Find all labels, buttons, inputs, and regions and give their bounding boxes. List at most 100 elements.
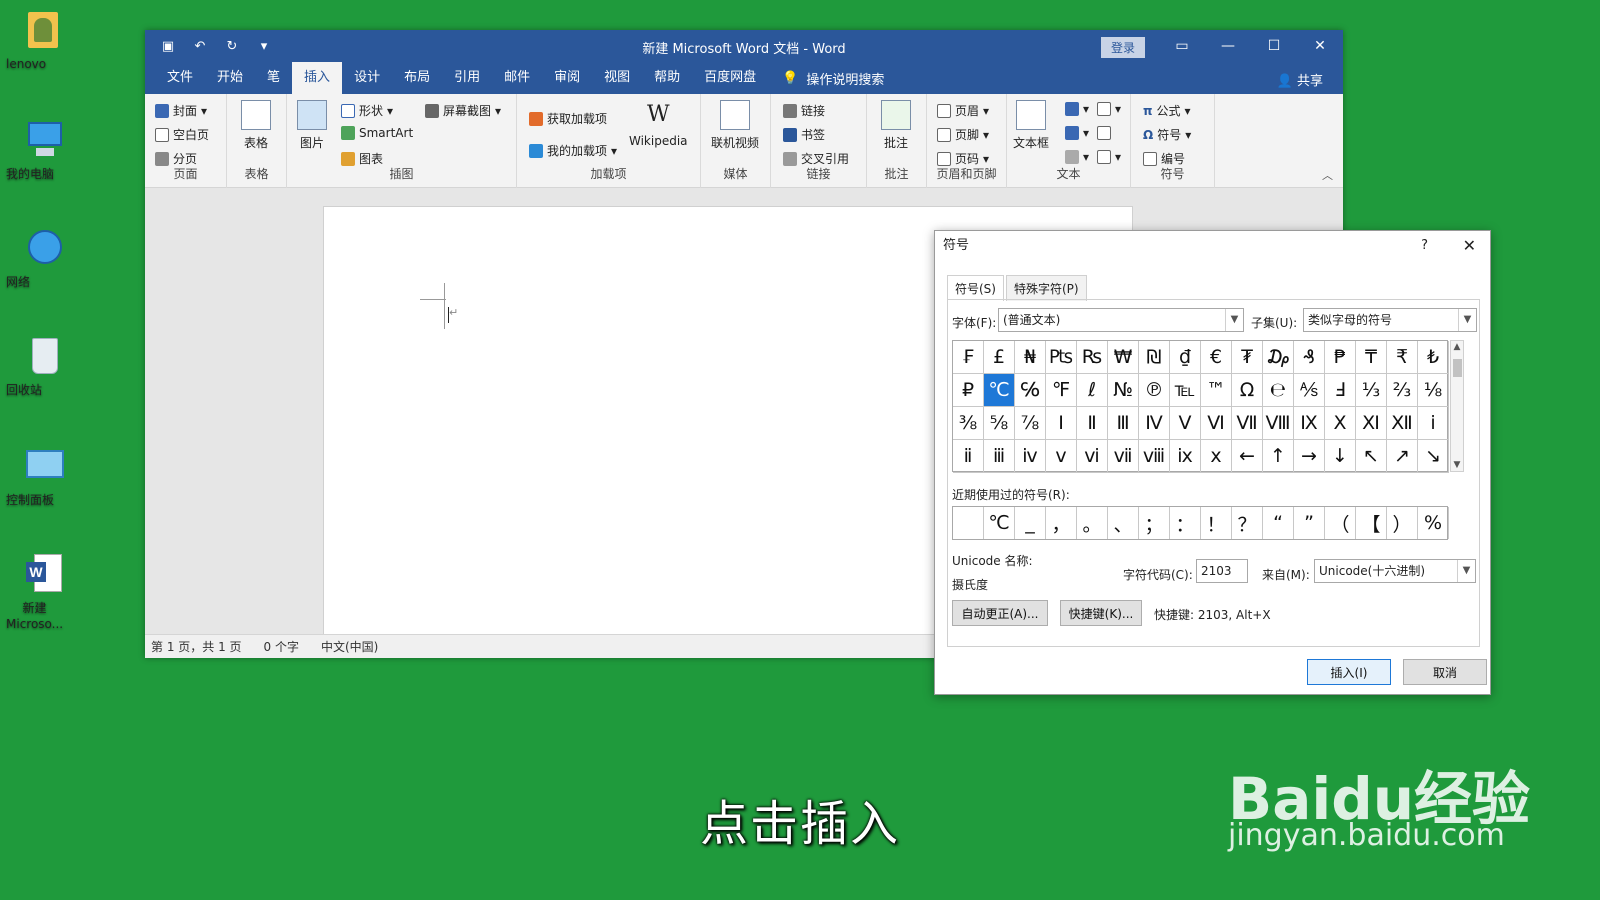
maximize-icon[interactable]: ☐ bbox=[1251, 30, 1297, 62]
recent-symbol-cell[interactable]: ： bbox=[1170, 507, 1201, 539]
recent-symbol-cell[interactable]: ） bbox=[1387, 507, 1418, 539]
scroll-down-icon[interactable]: ▼ bbox=[1451, 460, 1463, 470]
symbol-cell[interactable]: ⅸ bbox=[1170, 440, 1201, 473]
recent-symbol-cell[interactable] bbox=[953, 507, 984, 539]
cancel-button[interactable]: 取消 bbox=[1403, 659, 1487, 685]
recent-symbol-cell[interactable]: ？ bbox=[1232, 507, 1263, 539]
recent-symbol-cell[interactable]: 【 bbox=[1356, 507, 1387, 539]
symbol-cell[interactable]: ₫ bbox=[1170, 341, 1201, 374]
date-time-icon[interactable] bbox=[1097, 126, 1111, 140]
symbol-cell[interactable]: ↘ bbox=[1418, 440, 1449, 473]
symbol-cell[interactable]: ℗ bbox=[1139, 374, 1170, 407]
symbol-cell[interactable]: ₱ bbox=[1325, 341, 1356, 374]
blank-page-button[interactable]: 空白页 bbox=[155, 126, 209, 143]
symbol-cell[interactable]: ⅛ bbox=[1418, 374, 1449, 407]
recent-symbol-cell[interactable]: （ bbox=[1325, 507, 1356, 539]
tab-help[interactable]: 帮助 bbox=[642, 62, 692, 94]
symbol-cell[interactable]: ₰ bbox=[1294, 341, 1325, 374]
recent-symbol-cell[interactable]: ； bbox=[1139, 507, 1170, 539]
symbol-cell[interactable]: ₣ bbox=[953, 341, 984, 374]
desktop-icon-control-panel[interactable]: 控制面板 bbox=[6, 444, 82, 507]
object-icon[interactable]: ▾ bbox=[1097, 150, 1121, 164]
symbol-cell[interactable]: ℅ bbox=[1015, 374, 1046, 407]
wordart-icon[interactable]: ▾ bbox=[1065, 126, 1089, 140]
recent-symbol-cell[interactable]: _ bbox=[1015, 507, 1046, 539]
symbol-cell[interactable]: Ⅵ bbox=[1201, 407, 1232, 440]
desktop-icon-my-computer[interactable]: 我的电脑 bbox=[6, 118, 82, 181]
scroll-up-icon[interactable]: ▲ bbox=[1451, 342, 1463, 352]
symbol-cell[interactable]: ₮ bbox=[1232, 341, 1263, 374]
symbol-cell[interactable]: ⅱ bbox=[953, 440, 984, 473]
smartart-button[interactable]: SmartArt bbox=[341, 126, 413, 140]
symbol-cell[interactable]: ₧ bbox=[1046, 341, 1077, 374]
tab-file[interactable]: 文件 bbox=[155, 62, 205, 94]
symbol-cell[interactable]: ₹ bbox=[1387, 341, 1418, 374]
symbol-cell[interactable]: £ bbox=[984, 341, 1015, 374]
text-box-button[interactable]: 文本框 bbox=[1013, 100, 1049, 151]
desktop-icon-user-folder[interactable]: lenovo bbox=[6, 8, 82, 71]
symbol-cell[interactable]: Ⅸ bbox=[1294, 407, 1325, 440]
table-button[interactable]: 表格 bbox=[241, 100, 271, 151]
recent-symbol-cell[interactable]: ！ bbox=[1201, 507, 1232, 539]
symbol-cell[interactable]: ₪ bbox=[1139, 341, 1170, 374]
symbol-cell[interactable]: ⅲ bbox=[984, 440, 1015, 473]
recent-symbol-cell[interactable]: “ bbox=[1263, 507, 1294, 539]
collapse-ribbon-icon[interactable]: ︿ bbox=[1322, 167, 1333, 183]
drop-cap-icon[interactable]: ▾ bbox=[1065, 150, 1089, 164]
signature-line-icon[interactable]: ▾ bbox=[1097, 102, 1121, 116]
tab-layout[interactable]: 布局 bbox=[392, 62, 442, 94]
insert-button[interactable]: 插入(I) bbox=[1307, 659, 1391, 685]
tab-design[interactable]: 设计 bbox=[342, 62, 392, 94]
symbol-cell[interactable]: ⅹ bbox=[1201, 440, 1232, 473]
desktop-icon-network[interactable]: 网络 bbox=[6, 226, 82, 289]
symbol-cell[interactable]: ↖ bbox=[1356, 440, 1387, 473]
link-button[interactable]: 链接 bbox=[783, 102, 825, 119]
tab-special-characters[interactable]: 特殊字符(P) bbox=[1005, 275, 1087, 301]
bookmark-button[interactable]: 书签 bbox=[783, 126, 825, 143]
shortcut-key-button[interactable]: 快捷键(K)... bbox=[1060, 600, 1142, 626]
symbol-cell[interactable]: ⅴ bbox=[1046, 440, 1077, 473]
symbol-cell[interactable]: ⅜ bbox=[953, 407, 984, 440]
symbol-cell[interactable]: ⅳ bbox=[1015, 440, 1046, 473]
symbol-cell[interactable]: → bbox=[1294, 440, 1325, 473]
symbol-cell[interactable]: Ω bbox=[1232, 374, 1263, 407]
symbol-cell[interactable]: ™ bbox=[1201, 374, 1232, 407]
symbol-cell[interactable]: ⅍ bbox=[1294, 374, 1325, 407]
symbol-cell[interactable]: ₦ bbox=[1015, 341, 1046, 374]
quick-parts-icon[interactable]: ▾ bbox=[1065, 102, 1089, 116]
tab-baidu-netdisk[interactable]: 百度网盘 bbox=[692, 62, 768, 94]
symbol-cell[interactable]: Ⅻ bbox=[1387, 407, 1418, 440]
symbol-cell[interactable]: ₽ bbox=[953, 374, 984, 407]
symbol-cell[interactable]: ₺ bbox=[1418, 341, 1449, 374]
symbol-cell[interactable]: Ⅳ bbox=[1139, 407, 1170, 440]
shapes-button[interactable]: 形状 ▾ bbox=[341, 102, 393, 119]
minimize-icon[interactable]: — bbox=[1205, 30, 1251, 62]
login-button[interactable]: 登录 bbox=[1101, 37, 1146, 58]
recent-symbol-cell[interactable]: % bbox=[1418, 507, 1449, 539]
recent-symbol-cell[interactable]: 。 bbox=[1077, 507, 1108, 539]
symbol-cell[interactable]: ₨ bbox=[1077, 341, 1108, 374]
scroll-thumb[interactable] bbox=[1453, 359, 1462, 377]
desktop-icon-word-doc[interactable]: W 新建 Microso... bbox=[6, 552, 82, 631]
help-icon[interactable]: ? bbox=[1421, 231, 1428, 261]
symbol-cell[interactable]: ⅷ bbox=[1139, 440, 1170, 473]
symbol-cell[interactable]: Ⅲ bbox=[1108, 407, 1139, 440]
equation-button[interactable]: π 公式 ▾ bbox=[1143, 102, 1191, 119]
tab-mailings[interactable]: 邮件 bbox=[492, 62, 542, 94]
autocorrect-button[interactable]: 自动更正(A)... bbox=[952, 600, 1048, 626]
symbol-cell[interactable]: ⅰ bbox=[1418, 407, 1449, 440]
symbol-cell[interactable]: € bbox=[1201, 341, 1232, 374]
tab-home[interactable]: 开始 bbox=[205, 62, 255, 94]
tab-pen[interactable]: 笔 bbox=[255, 62, 292, 94]
recent-symbol-cell[interactable]: 、 bbox=[1108, 507, 1139, 539]
pictures-button[interactable]: 图片 bbox=[297, 100, 327, 151]
symbol-cell[interactable]: ₩ bbox=[1108, 341, 1139, 374]
symbol-cell[interactable]: ₸ bbox=[1356, 341, 1387, 374]
recent-symbol-cell[interactable]: ， bbox=[1046, 507, 1077, 539]
word-count[interactable]: 0 个字 bbox=[264, 638, 299, 655]
symbol-cell[interactable]: ₯ bbox=[1263, 341, 1294, 374]
tab-references[interactable]: 引用 bbox=[442, 62, 492, 94]
symbol-cell[interactable]: Ⅷ bbox=[1263, 407, 1294, 440]
symbol-cell[interactable]: ↓ bbox=[1325, 440, 1356, 473]
symbol-cell[interactable]: ℮ bbox=[1263, 374, 1294, 407]
